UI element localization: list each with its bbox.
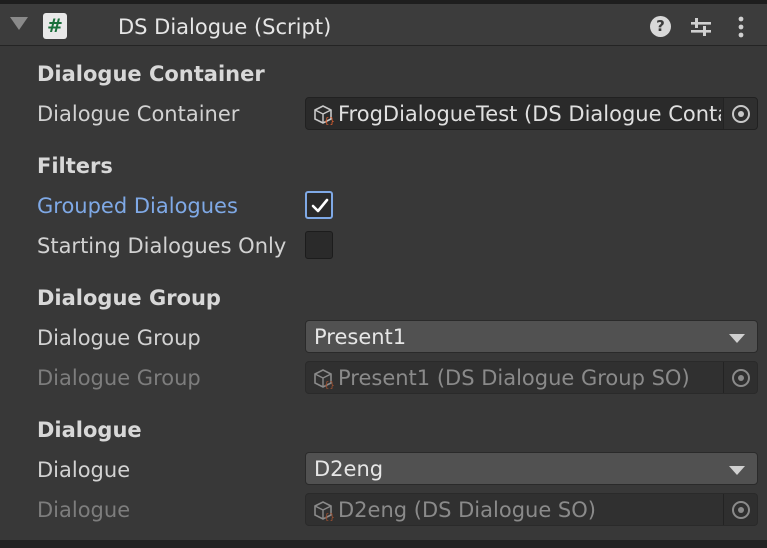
dialogue-container-value: FrogDialogueTest (DS Dialogue Container … [338,102,721,126]
dialogue-dropdown-label: Dialogue [37,458,131,482]
dialogue-container-label: Dialogue Container [37,102,240,126]
chevron-down-icon [729,334,745,343]
presets-icon[interactable] [690,16,712,38]
section-title-dialogue-group: Dialogue Group [37,286,221,310]
dialogue-object-label: Dialogue [37,498,131,522]
object-picker-icon [732,501,750,519]
dialogue-group-dropdown[interactable]: Present1 [305,320,758,353]
panel-bottom-edge [0,540,767,548]
dialogue-group-object-value: Present1 (DS Dialogue Group SO) [338,366,690,390]
scriptable-object-icon: {} [314,105,335,125]
object-picker-button [723,494,757,525]
scriptable-object-icon: {} [314,369,335,389]
grouped-dialogues-checkbox[interactable] [305,191,333,219]
dialogue-object-value: D2eng (DS Dialogue SO) [338,498,596,522]
object-picker-icon [732,105,750,123]
object-picker-button [723,362,757,393]
grouped-dialogues-label: Grouped Dialogues [37,194,238,218]
dialogue-object-field: {} D2eng (DS Dialogue SO) [305,493,758,526]
dialogue-group-dropdown-label: Dialogue Group [37,326,201,350]
svg-text:{}: {} [324,381,335,389]
foldout-arrow-icon[interactable] [10,17,28,30]
object-picker-icon [732,369,750,387]
script-icon: # [43,13,67,39]
dialogue-group-object-label: Dialogue Group [37,366,201,390]
checkmark-icon [311,198,329,213]
dialogue-dropdown[interactable]: D2eng [305,452,758,485]
component-title: DS Dialogue (Script) [118,15,332,39]
chevron-down-icon [729,466,745,475]
section-title-dialogue: Dialogue [37,418,142,442]
help-icon[interactable]: ? [650,16,671,37]
svg-text:{}: {} [324,513,335,521]
scriptable-object-icon: {} [314,501,335,521]
dialogue-group-dropdown-value: Present1 [314,325,407,349]
section-title-dialogue-container: Dialogue Container [37,62,265,86]
dialogue-dropdown-value: D2eng [314,457,384,481]
section-title-filters: Filters [37,154,113,178]
component-header[interactable]: # DS Dialogue (Script) ? [0,4,767,46]
starting-dialogues-only-checkbox[interactable] [305,231,333,259]
inspector-panel: # DS Dialogue (Script) ? Dialogue Contai… [0,0,767,548]
svg-text:{}: {} [324,117,335,125]
starting-dialogues-only-label: Starting Dialogues Only [37,234,287,258]
kebab-menu-icon[interactable] [732,15,750,39]
dialogue-group-object-field: {} Present1 (DS Dialogue Group SO) [305,361,758,394]
object-picker-button[interactable] [723,98,757,129]
dialogue-container-field[interactable]: {} FrogDialogueTest (DS Dialogue Contain… [305,97,758,130]
